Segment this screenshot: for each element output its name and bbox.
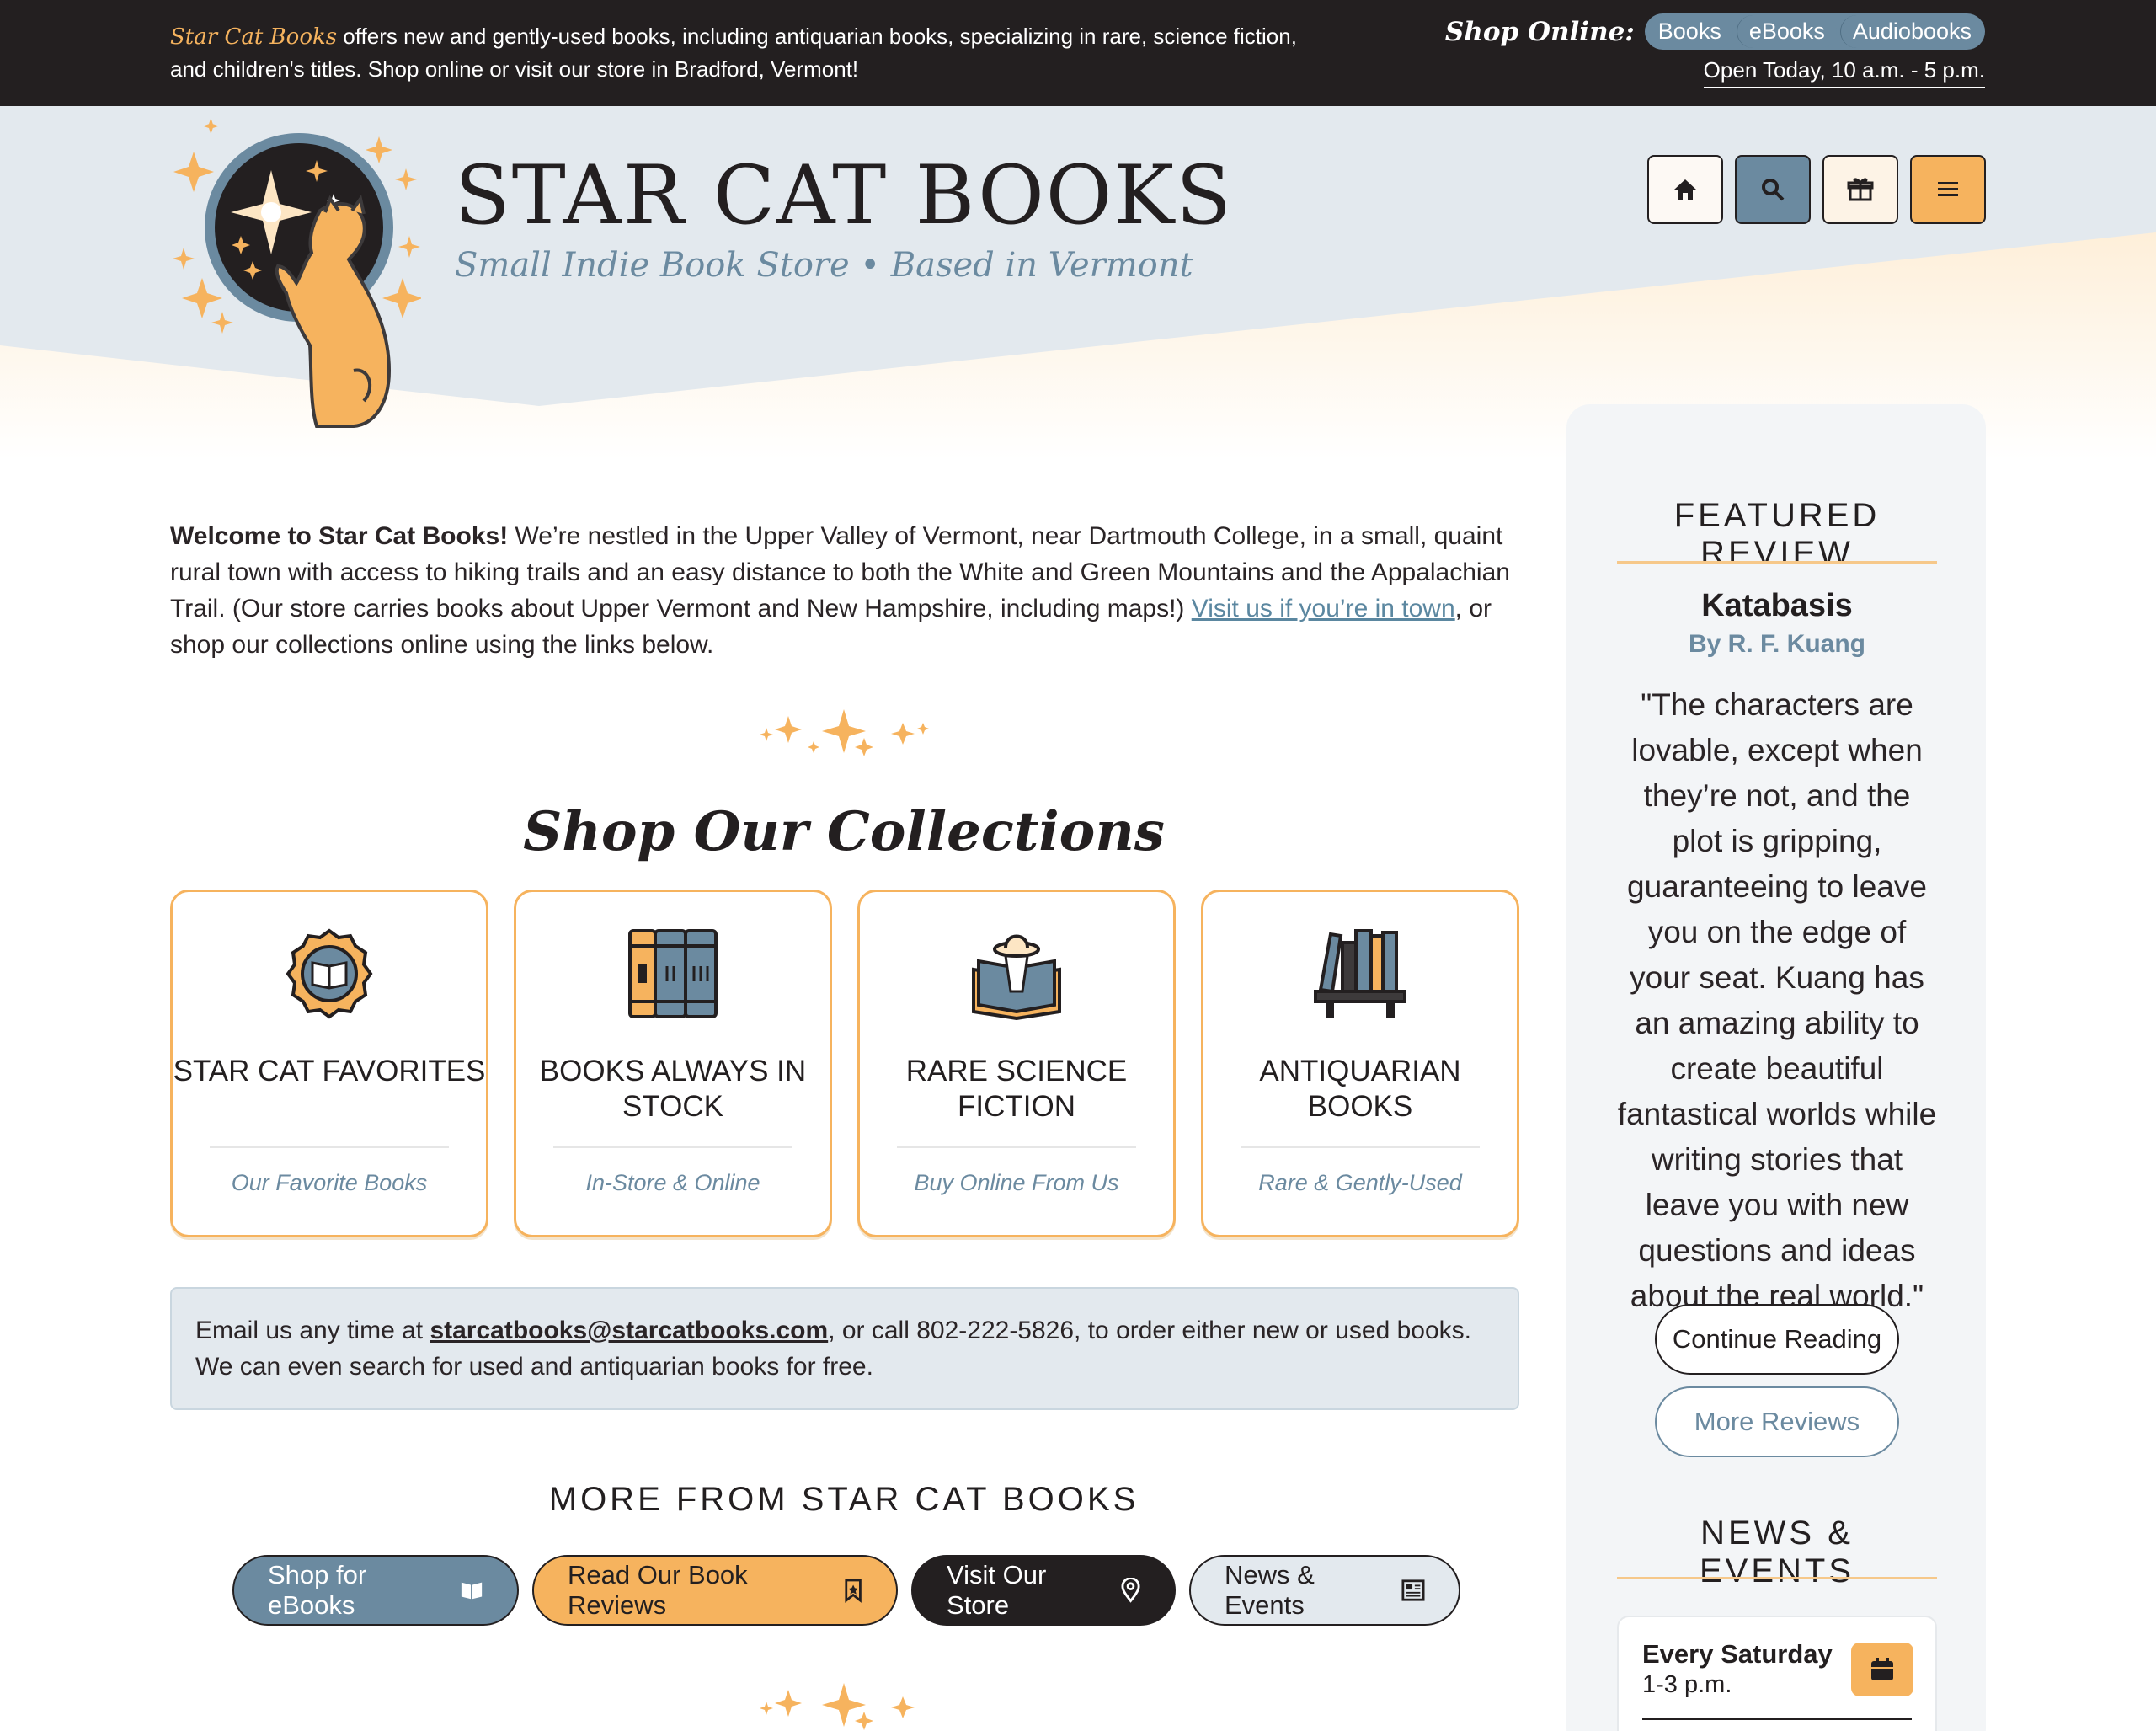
sparkle-divider-icon: [760, 1683, 915, 1730]
event-when: Every Saturday: [1642, 1639, 1833, 1669]
shop-ebooks-link[interactable]: eBooks: [1736, 15, 1837, 48]
card-subtitle: In-Store & Online: [585, 1170, 760, 1195]
card-divider: [553, 1146, 792, 1148]
card-subtitle: Buy Online From Us: [914, 1170, 1119, 1195]
gift-icon: [1847, 178, 1874, 201]
books-stack-icon: [628, 929, 718, 1018]
review-author: By R. F. Kuang: [1688, 630, 1865, 658]
intro-body: offers new and gently-used books, includ…: [170, 24, 1297, 82]
continue-reading-button[interactable]: Continue Reading: [1655, 1304, 1899, 1375]
newspaper-icon: [1401, 1579, 1425, 1601]
contact-pre: Email us any time at: [195, 1317, 430, 1344]
welcome-paragraph: Welcome to Star Cat Books! We’re nestled…: [170, 518, 1518, 663]
news-events-button[interactable]: News & Events: [1189, 1555, 1460, 1626]
bookmark-icon: [845, 1579, 862, 1603]
logo[interactable]: [168, 118, 423, 442]
site-title[interactable]: STAR CAT BOOKS: [455, 148, 1233, 243]
more-buttons: Shop for eBooks Read Our Book Reviews Vi…: [232, 1555, 1460, 1626]
more-reviews-button[interactable]: More Reviews: [1655, 1386, 1899, 1457]
calendar-icon: [1851, 1643, 1913, 1696]
card-title: STAR CAT FAVORITES: [173, 1055, 486, 1087]
home-icon: [1674, 179, 1696, 200]
shop-audiobooks-link[interactable]: Audiobooks: [1839, 15, 1983, 48]
visit-us-link[interactable]: Visit us if you’re in town: [1192, 595, 1455, 622]
site-tagline: Small Indie Book Store • Based in Vermon…: [455, 246, 1193, 285]
collection-card-scifi[interactable]: RARE SCIENCE FICTION Buy Online From Us: [857, 890, 1176, 1237]
header-buttons: [1647, 155, 1986, 224]
shop-ebooks-button[interactable]: Shop for eBooks: [232, 1555, 519, 1626]
card-subtitle: Rare & Gently-Used: [1258, 1170, 1462, 1195]
collection-cards: STAR CAT FAVORITES Our Favorite Books BO…: [170, 890, 1519, 1237]
store-hours-link[interactable]: Open Today, 10 a.m. - 5 p.m.: [1703, 57, 1985, 88]
collections-title: Shop Our Collections: [523, 800, 1165, 863]
home-button[interactable]: [1647, 155, 1723, 224]
card-divider: [897, 1146, 1136, 1148]
sidebar: FEATURED REVIEW Katabasis By R. F. Kuang…: [1566, 404, 1986, 1731]
more-title: MORE FROM STAR CAT BOOKS: [548, 1481, 1139, 1518]
heading-divider: [1617, 1577, 1937, 1579]
heading-divider: [1617, 561, 1937, 564]
top-bar: Star Cat Books offers new and gently-use…: [0, 0, 2156, 106]
star-cat-logo-icon: [173, 118, 423, 428]
badge-book-icon: [286, 928, 373, 1019]
event-time: 1-3 p.m.: [1642, 1671, 1732, 1698]
card-title: ANTIQUARIAN BOOKS: [1259, 1055, 1461, 1123]
intro-text: Star Cat Books offers new and gently-use…: [170, 20, 1332, 85]
button-label: Shop for eBooks: [268, 1560, 367, 1620]
button-label: Visit Our Store: [947, 1560, 1047, 1620]
collection-card-in-stock[interactable]: BOOKS ALWAYS IN STOCK In-Store & Online: [514, 890, 832, 1237]
bookshelf-icon: [1314, 929, 1406, 1018]
menu-icon: [1938, 182, 1958, 196]
review-title[interactable]: Katabasis: [1617, 588, 1937, 624]
sparkle-divider-icon: [760, 709, 929, 756]
menu-button[interactable]: [1910, 155, 1986, 224]
event-divider: [1642, 1718, 1912, 1720]
ufo-book-icon: [972, 934, 1061, 1020]
visit-store-button[interactable]: Visit Our Store: [911, 1555, 1176, 1626]
intro-brand: Star Cat Books: [170, 24, 338, 50]
card-title: BOOKS ALWAYS IN STOCK: [539, 1055, 807, 1123]
button-label: News & Events: [1225, 1560, 1315, 1620]
contact-box: Email us any time at starcatbooks@starca…: [170, 1287, 1519, 1410]
shop-online-links: Books eBooks Audiobooks: [1644, 13, 1985, 50]
book-reviews-button[interactable]: Read Our Book Reviews: [532, 1555, 898, 1626]
card-divider: [210, 1146, 449, 1148]
collection-card-antiquarian[interactable]: ANTIQUARIAN BOOKS Rare & Gently-Used: [1201, 890, 1519, 1237]
shop-online: Shop Online: Books eBooks Audiobooks: [1445, 13, 1985, 50]
button-label: Read Our Book Reviews: [568, 1560, 748, 1620]
shop-online-label: Shop Online:: [1444, 16, 1635, 47]
email-link[interactable]: starcatbooks@starcatbooks.com: [430, 1317, 828, 1344]
card-subtitle: Our Favorite Books: [231, 1170, 428, 1195]
map-pin-icon: [1121, 1578, 1140, 1603]
collection-card-favorites[interactable]: STAR CAT FAVORITES Our Favorite Books: [170, 890, 488, 1237]
event-card[interactable]: Every Saturday 1-3 p.m.: [1617, 1616, 1937, 1731]
review-quote: "The characters are lovable, except when…: [1617, 687, 1937, 1313]
gift-button[interactable]: [1822, 155, 1898, 224]
search-icon: [1762, 179, 1785, 201]
book-open-icon: [461, 1582, 483, 1600]
search-button[interactable]: [1735, 155, 1811, 224]
welcome-bold: Welcome to Star Cat Books!: [170, 522, 509, 550]
card-divider: [1241, 1146, 1480, 1148]
shop-books-link[interactable]: Books: [1646, 15, 1733, 48]
card-title: RARE SCIENCE FICTION: [905, 1055, 1128, 1123]
